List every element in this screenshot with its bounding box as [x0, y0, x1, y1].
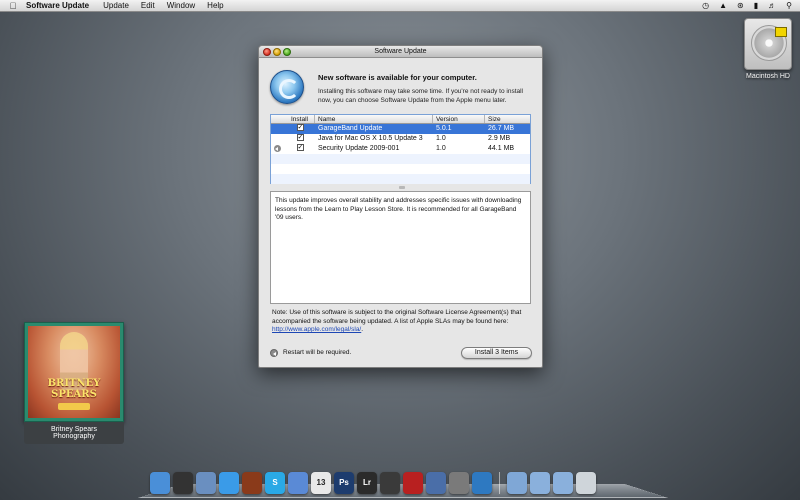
install-button[interactable]: Install 3 Items	[461, 347, 532, 359]
software-update-icon[interactable]	[472, 472, 492, 494]
software-update-window: Software Update New software is availabl…	[258, 45, 543, 368]
updates-table: Install Name Version Size ✓ GarageBand U…	[270, 114, 531, 184]
split-view-handle[interactable]	[399, 186, 405, 189]
table-row[interactable]: ✓ Java for Mac OS X 10.5 Update 3 1.0 2.…	[271, 133, 530, 144]
menu-bar:  Software Update Update Edit Window Hel…	[0, 0, 800, 12]
install-checkbox[interactable]: ✓	[296, 133, 304, 141]
restart-required-icon	[274, 145, 281, 152]
dashboard-icon[interactable]	[173, 472, 193, 494]
window-footer: Restart will be required. Install 3 Item…	[270, 347, 532, 361]
album-caption: Britney Spears Phonography	[24, 422, 124, 444]
aperture-icon[interactable]	[380, 472, 400, 494]
header-version[interactable]: Version	[433, 115, 485, 123]
album-cover-ribbon	[58, 403, 90, 410]
table-row[interactable]: ✓ GarageBand Update 5.0.1 26.7 MB	[271, 123, 530, 134]
update-version: 1.0	[436, 145, 446, 152]
license-end: .	[361, 326, 364, 333]
menu-help[interactable]: Help	[207, 1, 223, 10]
documents-folder-icon[interactable]	[530, 472, 550, 494]
xcode-icon[interactable]	[426, 472, 446, 494]
license-text: Note: Use of this software is subject to…	[272, 309, 522, 325]
wifi-icon[interactable]: ▲	[719, 1, 727, 10]
update-name: GarageBand Update	[318, 125, 383, 132]
update-version: 5.0.1	[436, 125, 452, 132]
hd-label: Macintosh HD	[746, 73, 790, 80]
menu-app-name[interactable]: Software Update	[26, 1, 89, 10]
header-size[interactable]: Size	[485, 115, 530, 123]
applications-folder-icon[interactable]	[507, 472, 527, 494]
update-size: 2.9 MB	[488, 135, 511, 142]
window-titlebar[interactable]: Software Update	[259, 46, 542, 58]
table-row[interactable]: ✓ Security Update 2009-001 1.0 44.1 MB	[271, 143, 530, 154]
install-checkbox[interactable]: ✓	[296, 123, 304, 131]
menu-edit[interactable]: Edit	[141, 1, 155, 10]
photoshop-icon[interactable]: Ps	[334, 472, 354, 494]
restart-icon	[270, 349, 278, 357]
finder-icon[interactable]	[150, 472, 170, 494]
header-name[interactable]: Name	[315, 115, 433, 123]
ical-icon[interactable]: 13	[311, 472, 331, 494]
album-artist: Britney Spears	[51, 426, 97, 433]
album-cover-title: BRITNEY SPEARS	[47, 378, 101, 400]
zoom-button[interactable]	[283, 48, 291, 56]
window-title: Software Update	[374, 48, 427, 55]
ichat-icon[interactable]	[288, 472, 308, 494]
header-subtext: Installing this software may take some t…	[318, 88, 523, 104]
license-link[interactable]: http://www.apple.com/legal/sla/	[272, 326, 361, 333]
license-note: Note: Use of this software is subject to…	[272, 309, 534, 335]
update-header: New software is available for your compu…	[270, 68, 534, 112]
dock-separator	[499, 472, 500, 494]
trash-icon[interactable]	[576, 472, 596, 494]
domo-icon[interactable]	[242, 472, 262, 494]
header-install[interactable]: Install	[285, 115, 315, 123]
album-cover: BRITNEY SPEARS	[24, 322, 124, 422]
table-row-empty	[271, 164, 530, 174]
headline: New software is available for your compu…	[318, 73, 477, 82]
bluetooth-icon[interactable]: ⊛	[737, 1, 744, 10]
lightroom-icon[interactable]: Lr	[357, 472, 377, 494]
update-size: 44.1 MB	[488, 145, 515, 152]
battery-icon[interactable]: ▮	[754, 1, 758, 10]
menu-update[interactable]: Update	[103, 1, 129, 10]
photobooth-icon[interactable]	[403, 472, 423, 494]
software-update-icon	[270, 70, 304, 104]
dock: S 13 Ps Lr	[138, 466, 668, 494]
update-version: 1.0	[436, 135, 446, 142]
update-size: 26.7 MB	[488, 125, 515, 132]
macintosh-hd-icon[interactable]: Macintosh HD	[740, 18, 796, 80]
update-name: Security Update 2009-001	[318, 145, 400, 152]
album-desktop-item[interactable]: BRITNEY SPEARS Britney Spears Phonograph…	[24, 322, 124, 444]
safari-icon[interactable]	[219, 472, 239, 494]
table-row-empty	[271, 154, 530, 164]
install-checkbox[interactable]: ✓	[296, 143, 304, 151]
menu-extras: ◷ ▲ ⊛ ▮ ♬ ⚲	[702, 1, 800, 10]
time-machine-icon[interactable]: ◷	[702, 1, 709, 10]
hard-drive-icon	[744, 18, 792, 70]
apple-menu-icon[interactable]: 	[0, 1, 26, 11]
menu-window[interactable]: Window	[167, 1, 195, 10]
album-title: Phonography	[53, 433, 95, 440]
table-row-empty	[271, 174, 530, 184]
spotlight-icon[interactable]: ⚲	[786, 1, 792, 10]
table-header: Install Name Version Size	[271, 115, 530, 124]
volume-icon[interactable]: ♬	[768, 1, 776, 10]
minimize-button[interactable]	[273, 48, 281, 56]
update-description: This update improves overall stability a…	[270, 191, 531, 304]
close-button[interactable]	[263, 48, 271, 56]
restart-notice: Restart will be required.	[283, 349, 352, 356]
update-name: Java for Mac OS X 10.5 Update 3	[318, 135, 423, 142]
preview-icon[interactable]	[196, 472, 216, 494]
downloads-folder-icon[interactable]	[553, 472, 573, 494]
skype-icon[interactable]: S	[265, 472, 285, 494]
system-preferences-icon[interactable]	[449, 472, 469, 494]
